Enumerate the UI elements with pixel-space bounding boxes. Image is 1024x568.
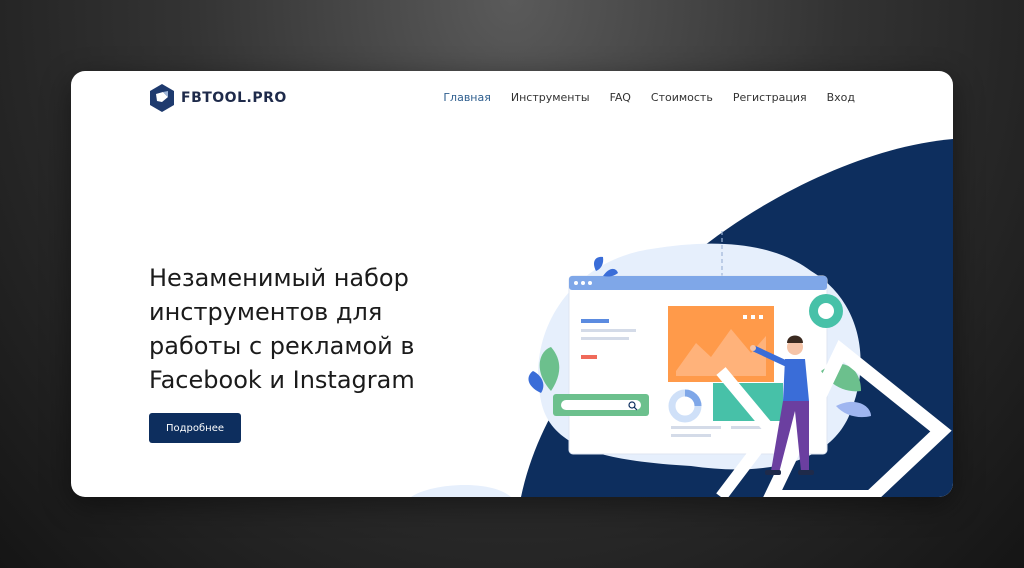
site-header: FBTOOL.PRO Главная Инструменты FAQ Стоим… (71, 71, 953, 127)
brand-logo[interactable]: FBTOOL.PRO (149, 83, 287, 113)
gear-icon (809, 294, 843, 328)
nav-item-faq[interactable]: FAQ (610, 91, 631, 104)
hero-title: Незаменимый набор инструментов для работ… (149, 261, 479, 397)
brand-name: FBTOOL.PRO (181, 90, 287, 106)
search-bar-icon (553, 394, 649, 416)
nav-item-pricing[interactable]: Стоимость (651, 91, 713, 104)
nav-item-register[interactable]: Регистрация (733, 91, 807, 104)
hero-title-line: Facebook и Instagram (149, 366, 415, 394)
page-card: FBTOOL.PRO Главная Инструменты FAQ Стоим… (71, 71, 953, 497)
hero-title-line: инструментов для (149, 298, 383, 326)
hero-title-line: работы с рекламой в (149, 332, 415, 360)
nav-item-login[interactable]: Вход (827, 91, 855, 104)
light-cloud-bottom-shape (411, 484, 511, 497)
nav-item-home[interactable]: Главная (443, 91, 491, 104)
learn-more-button[interactable]: Подробнее (149, 413, 241, 443)
hero-title-line: Незаменимый набор (149, 264, 409, 292)
main-nav: Главная Инструменты FAQ Стоимость Регист… (443, 91, 855, 104)
nav-item-tools[interactable]: Инструменты (511, 91, 590, 104)
chart-card-icon (668, 306, 774, 382)
fbtool-logo-icon (150, 84, 174, 112)
